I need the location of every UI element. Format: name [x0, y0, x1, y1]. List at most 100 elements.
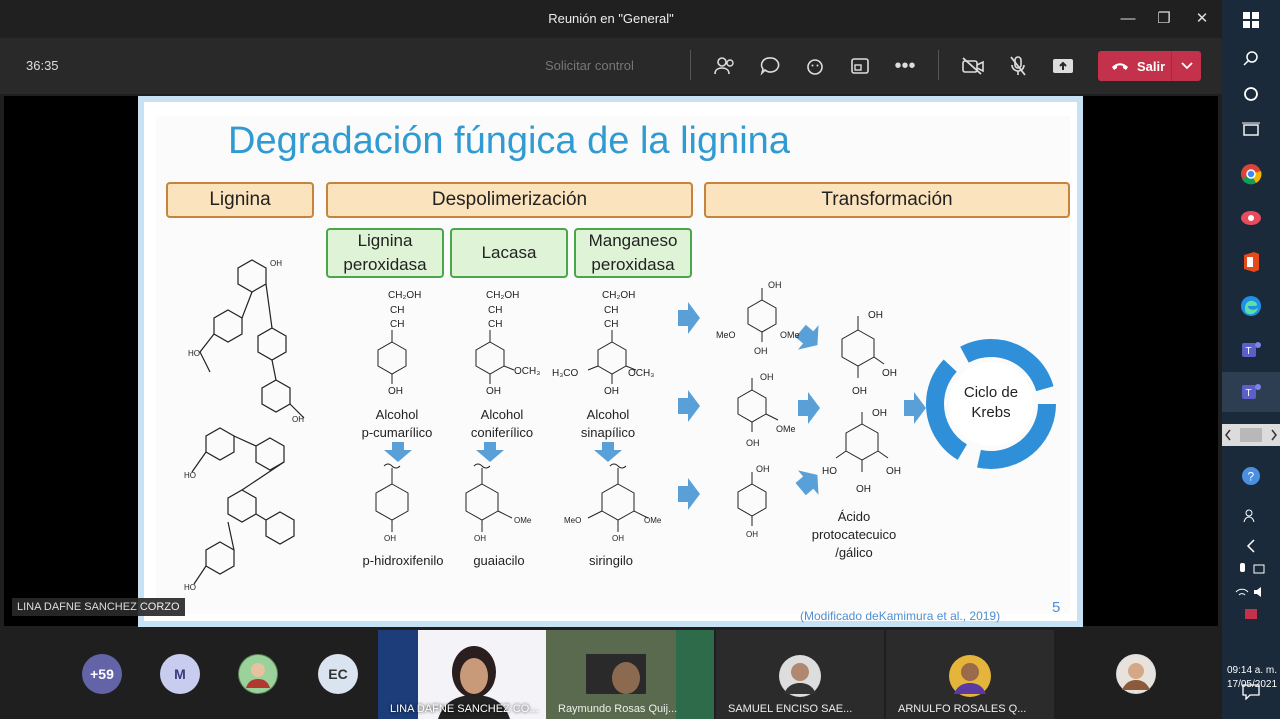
benzene-ring [377, 330, 407, 384]
request-control-button[interactable]: Solicitar control [545, 58, 634, 73]
alcohol-label-2b: coniferílico [470, 425, 534, 440]
avatar [779, 655, 821, 697]
help-icon[interactable]: ? [1222, 456, 1280, 496]
avatar-m[interactable]: M [160, 654, 200, 694]
tile-name-lina: LINA DAFNE SANCHEZ CO... [390, 703, 539, 715]
avatar-ec[interactable]: EC [318, 654, 358, 694]
arrow-right-icon [678, 478, 700, 510]
chem-och3: OCH₃ [514, 366, 541, 377]
tile-name-arnulfo: ARNULFO ROSALES Q... [898, 703, 1027, 715]
slide-canvas: Degradación fúngica de la lignina Lignin… [156, 116, 1070, 623]
avatar[interactable] [238, 654, 278, 694]
chem-oh: OH [384, 534, 396, 543]
chem-ch: CH [390, 319, 405, 330]
share-icon[interactable] [1049, 52, 1077, 80]
teams-active-icon[interactable]: T [1222, 372, 1280, 412]
close-icon[interactable]: ✕ [1187, 6, 1217, 32]
taskbar-scrollbar[interactable] [1222, 424, 1280, 446]
lignin-polymer-structure: OH HO OH HO HO [184, 259, 305, 592]
acid-label-line2: protocatecuico [811, 527, 897, 542]
chem-ch: CH [604, 305, 619, 316]
maximize-icon[interactable]: ❐ [1149, 6, 1179, 32]
unit-label-guaiacilo: guaiacilo [473, 553, 525, 568]
alcohol-label-1b: p-cumarílico [361, 425, 433, 440]
gallic-acid-structure [835, 412, 889, 472]
presenter-name-label: LINA DAFNE SANCHEZ CORZO [12, 598, 185, 616]
slide-citation: (Modificado deKamimura et al., 2019) [800, 609, 1001, 623]
benzene-ring [475, 330, 515, 384]
meeting-timer: 36:35 [26, 58, 59, 73]
clock-date: 17/05/2021 [1226, 679, 1278, 690]
chat-icon[interactable] [756, 52, 784, 80]
chem-ome: OMe [776, 424, 796, 434]
chem-oh: OH [746, 530, 758, 539]
video-tile-lina[interactable]: LINA DAFNE SANCHEZ CO... [378, 630, 546, 719]
edge-icon[interactable] [1222, 286, 1280, 326]
arrow-down-icon [594, 442, 622, 462]
office-icon[interactable] [1222, 242, 1280, 282]
chem-oh: OH [872, 408, 887, 419]
windows-taskbar: T T ? [1222, 0, 1280, 719]
avatar [949, 655, 991, 697]
header-transformacion: Transformación [704, 182, 1070, 218]
search-icon[interactable] [1222, 38, 1280, 78]
header-lignina: Lignina [166, 182, 314, 218]
chevron-down-icon[interactable] [1171, 51, 1201, 81]
slide-page-number: 5 [1052, 599, 1061, 616]
chem-oh: OH [388, 386, 403, 397]
cortana-icon[interactable] [1222, 74, 1280, 114]
task-view-icon[interactable] [1222, 110, 1280, 150]
krebs-label-line1: Ciclo de [963, 384, 1019, 401]
krebs-label-line2: Krebs [971, 404, 1011, 421]
chem-ch: CH [390, 305, 405, 316]
chem-oh: OH [756, 464, 770, 474]
participants-overflow-badge[interactable]: +59 [82, 654, 122, 694]
system-clock[interactable]: 09:14 a. m. 17/05/2021 [1224, 664, 1280, 692]
syringyl-ring [587, 463, 649, 532]
chem-oh: OH [886, 466, 901, 477]
chem-ch: CH [604, 319, 619, 330]
arrow-right-icon [678, 302, 700, 334]
video-tile-samuel[interactable]: SAMUEL ENCISO SAE... [716, 630, 884, 719]
alcohol-label-2a: Alcohol [480, 407, 524, 422]
chrome-icon[interactable] [1222, 154, 1280, 194]
clock-time: 09:14 a. m. [1226, 665, 1278, 676]
minimize-icon[interactable]: — [1113, 6, 1143, 32]
reactions-icon[interactable] [801, 52, 829, 80]
chem-ho: HO [188, 349, 200, 358]
chem-oh: OH [760, 372, 774, 382]
camera-off-icon[interactable] [959, 52, 987, 80]
title-bar: Reunión en "General" — ❐ ✕ [0, 0, 1222, 38]
leave-label: Salir [1137, 58, 1166, 74]
video-tile-arnulfo[interactable]: ARNULFO ROSALES Q... [886, 630, 1054, 719]
participants-icon[interactable] [711, 52, 739, 80]
chem-oh: OH [852, 386, 867, 397]
chem-oh: OH [856, 484, 871, 495]
avatar[interactable] [1116, 654, 1156, 694]
chem-oh: OH [612, 534, 624, 543]
teams-icon[interactable]: T [1222, 330, 1280, 370]
rooms-icon[interactable] [846, 52, 874, 80]
unit-label-p-hidroxifenilo: p-hidroxifenilo [362, 553, 444, 568]
video-tile-raymundo[interactable]: Raymundo Rosas Quij... [546, 630, 714, 719]
enzyme-lacasa: Lacasa [450, 228, 568, 278]
more-options-icon[interactable]: ••• [891, 52, 919, 80]
windows-start-icon[interactable] [1222, 0, 1280, 40]
chem-ch: CH [488, 319, 503, 330]
chem-oh: OH [486, 386, 501, 397]
tile-name-samuel: SAMUEL ENCISO SAE... [728, 703, 853, 715]
chem-oh: OH [746, 438, 760, 448]
divider [690, 50, 691, 80]
mic-off-icon[interactable] [1004, 52, 1032, 80]
chem-ch: CH [488, 305, 503, 316]
benzene-ring [587, 330, 637, 384]
arrow-right-icon [678, 390, 700, 422]
leave-button[interactable]: Salir [1098, 51, 1201, 81]
snip-tool-icon[interactable] [1222, 198, 1280, 238]
notification-badge-icon[interactable] [1222, 594, 1280, 634]
chem-och3: OCH₃ [628, 368, 655, 379]
participants-strip: +59 M EC LINA DAFNE SANCHEZ CO... Raymun… [0, 628, 1222, 719]
unit-label-siringilo: siringilo [588, 553, 634, 568]
chem-oh: OH [270, 259, 282, 268]
alcohol-label-3b: sinapílico [580, 425, 636, 440]
